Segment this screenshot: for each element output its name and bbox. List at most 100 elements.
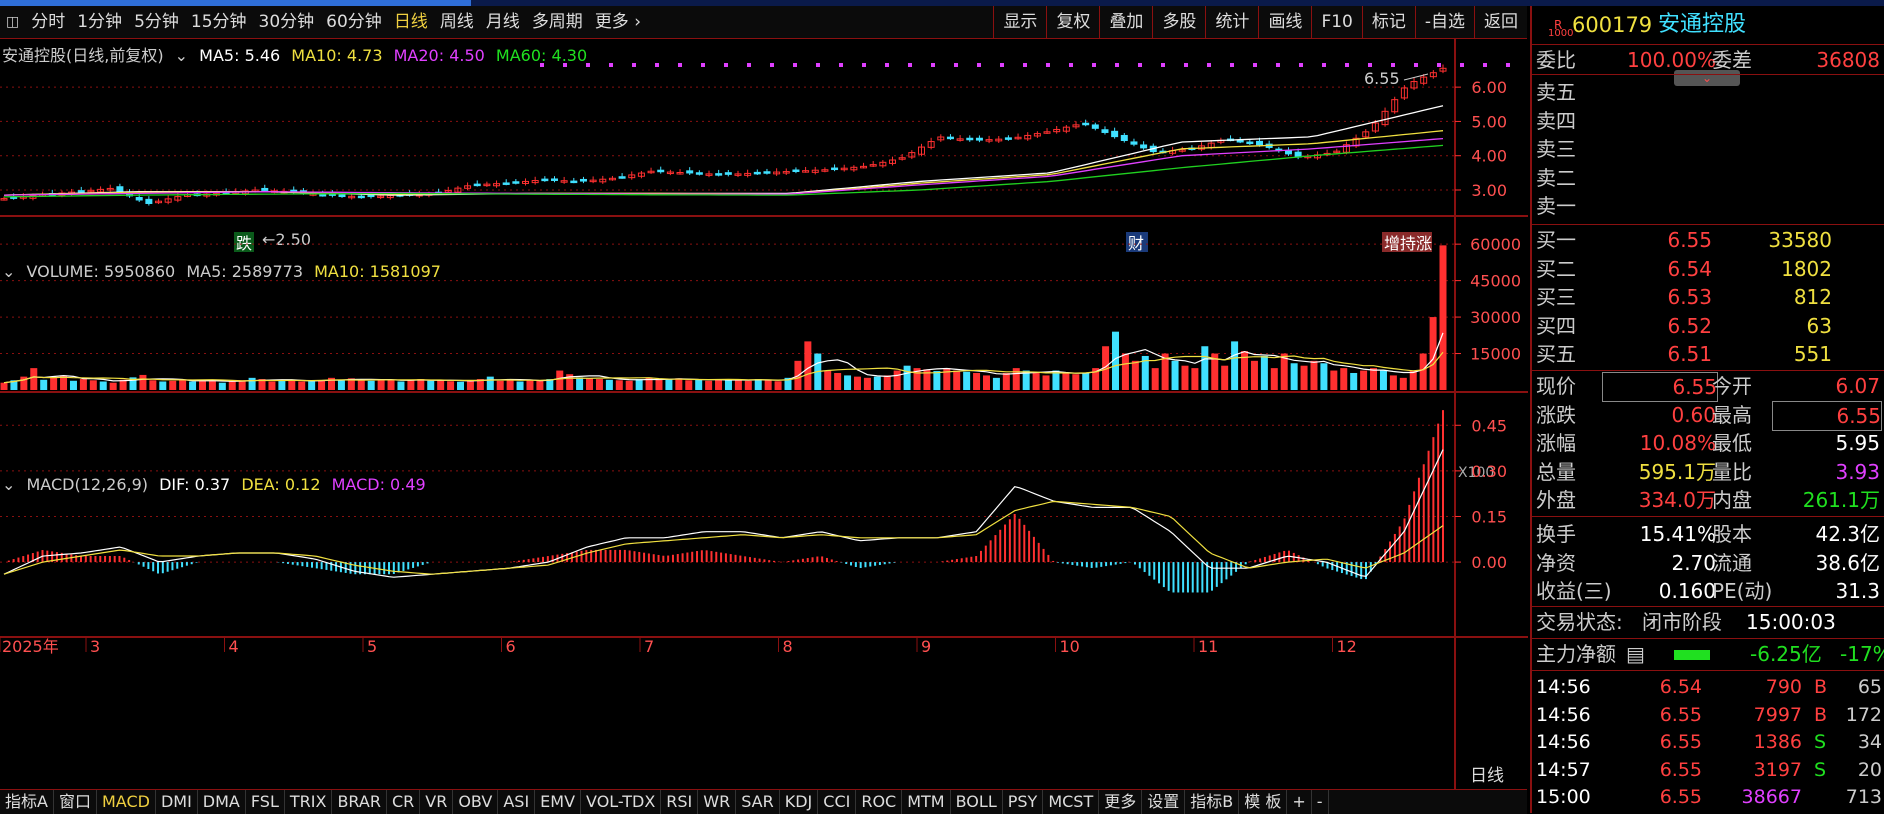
indicator-tab[interactable]: DMI [156, 790, 198, 814]
signal-dot [1276, 63, 1280, 67]
buy-level-label: 买五 [1536, 342, 1576, 366]
volume-bar [1231, 341, 1239, 390]
indicator-tab[interactable]: 窗口 [54, 790, 97, 814]
volume-bar [1370, 368, 1378, 390]
indicator-tab[interactable]: 指标B [1185, 790, 1240, 814]
indicator-tab[interactable]: SAR [736, 790, 780, 814]
indicator-tab[interactable]: ROC [856, 790, 903, 814]
stat-value: 42.3亿 [1815, 522, 1880, 546]
quote-header: R 600179 安通控股 [1532, 8, 1884, 42]
tick-time: 15:00 [1536, 786, 1591, 808]
divider [1532, 638, 1884, 639]
indicator-tab[interactable]: RSI [661, 790, 699, 814]
tool-button[interactable]: 复权 [1046, 6, 1099, 38]
indicator-tab[interactable]: + [1287, 790, 1312, 814]
volume-bar [387, 379, 395, 390]
indicator-tab[interactable]: WR [698, 790, 737, 814]
indicator-tab[interactable]: MCST [1043, 790, 1100, 814]
month-label: 5 [367, 637, 377, 656]
sell-row: 卖二 [1532, 164, 1884, 192]
divider [1532, 670, 1884, 671]
indicator-tab[interactable]: EMV [535, 790, 582, 814]
indicator-tab[interactable]: OBV [453, 790, 499, 814]
tool-button[interactable]: 统计 [1205, 6, 1258, 38]
period-tab[interactable]: 更多 › [589, 6, 647, 38]
indicator-tab[interactable]: CCI [818, 790, 857, 814]
volume-bar [595, 379, 603, 390]
period-label: 日线 [1470, 766, 1504, 786]
buy-volume: 1802 [1781, 256, 1832, 281]
sell-row: 卖五 [1532, 78, 1884, 106]
volume-bar [605, 379, 613, 390]
tool-button[interactable]: 画线 [1258, 6, 1311, 38]
indicator-tab[interactable]: ASI [498, 790, 536, 814]
period-tab[interactable]: 月线 [480, 6, 526, 38]
indicator-tab[interactable]: 更多 [1099, 790, 1143, 814]
indicator-tab[interactable]: TRIX [285, 790, 333, 814]
indicator-tab[interactable]: 指标A [0, 790, 54, 814]
stat-label: 今开 [1712, 374, 1752, 398]
indicator-tab[interactable]: MACD [97, 790, 156, 814]
period-tab[interactable]: 5分钟 [128, 6, 185, 38]
signal-dot [701, 63, 705, 67]
tick-side: S [1814, 758, 1827, 781]
tool-button[interactable]: 叠加 [1099, 6, 1152, 38]
volume-bar [615, 380, 623, 390]
volume-bar [337, 379, 345, 390]
volume-bar [893, 370, 901, 390]
indicator-tab[interactable]: DMA [198, 790, 246, 814]
candle-body [145, 198, 153, 204]
stat-label: 涨跌 [1536, 402, 1576, 427]
trade-status: 闭市阶段 [1642, 610, 1722, 634]
period-tab[interactable]: 1分钟 [71, 6, 128, 38]
indicator-tab[interactable]: - [1312, 790, 1329, 814]
volume-bar [724, 380, 732, 390]
indicator-tab[interactable]: 模 板 [1239, 790, 1288, 814]
ma-line-ma5 [3, 105, 1444, 196]
sell-row: 卖三 [1532, 135, 1884, 163]
volume-bar [149, 380, 157, 390]
signal-dot [1230, 63, 1234, 67]
period-tab[interactable]: 30分钟 [253, 6, 321, 38]
volume-bar [863, 377, 871, 390]
buy-row: 买五 6.51 551 [1532, 340, 1884, 368]
weibi-label: 委比 [1536, 48, 1576, 72]
tool-button[interactable]: 返回 [1474, 6, 1527, 38]
signal-dot [1483, 63, 1487, 67]
period-tab[interactable]: 分时 [25, 6, 71, 38]
price-tick-label: 5.00 [1471, 112, 1507, 131]
list-icon[interactable]: ▤ [1626, 640, 1645, 668]
period-tab[interactable]: 多周期 [526, 6, 589, 38]
tool-button[interactable]: 多股 [1152, 6, 1205, 38]
stat-value: 595.1万 [1638, 459, 1716, 484]
volume-bar [1002, 372, 1010, 390]
signal-dot [1391, 63, 1395, 67]
indicator-tab[interactable]: BRAR [332, 790, 387, 814]
panel-toggle-icon[interactable]: ◫ [0, 6, 25, 38]
volume-bar [536, 380, 544, 390]
period-tab[interactable]: 周线 [434, 6, 480, 38]
indicator-tab[interactable]: VOL-TDX [581, 790, 662, 814]
period-tab[interactable]: 日线 [388, 6, 434, 38]
candle-body [831, 167, 839, 171]
badge-n: 1000 [1548, 28, 1574, 39]
indicator-tab[interactable]: VR [420, 790, 454, 814]
candle-body [1236, 139, 1244, 143]
kline-chart[interactable]: 3.004.005.006.006.55←2.50跌财增持涨X100日线1500… [0, 38, 1528, 789]
indicator-tab[interactable]: MTM [902, 790, 951, 814]
tick-side: B [1814, 676, 1828, 698]
tool-button[interactable]: 显示 [993, 6, 1046, 38]
tool-button[interactable]: 标记 [1361, 6, 1415, 38]
tool-button[interactable]: -自选 [1414, 6, 1474, 38]
indicator-tab[interactable]: KDJ [780, 790, 819, 814]
period-tab[interactable]: 60分钟 [320, 6, 388, 38]
indicator-tab[interactable]: BOLL [951, 790, 1003, 814]
indicator-tab[interactable]: PSY [1003, 790, 1044, 814]
indicator-tab[interactable]: 设置 [1142, 790, 1186, 814]
indicator-tab[interactable]: FSL [246, 790, 285, 814]
tool-button[interactable]: F10 [1311, 6, 1361, 38]
stat-label: 内盘 [1712, 488, 1752, 512]
indicator-tab[interactable]: CR [387, 790, 421, 814]
sell-level-label: 卖二 [1536, 165, 1576, 190]
period-tab[interactable]: 15分钟 [185, 6, 253, 38]
